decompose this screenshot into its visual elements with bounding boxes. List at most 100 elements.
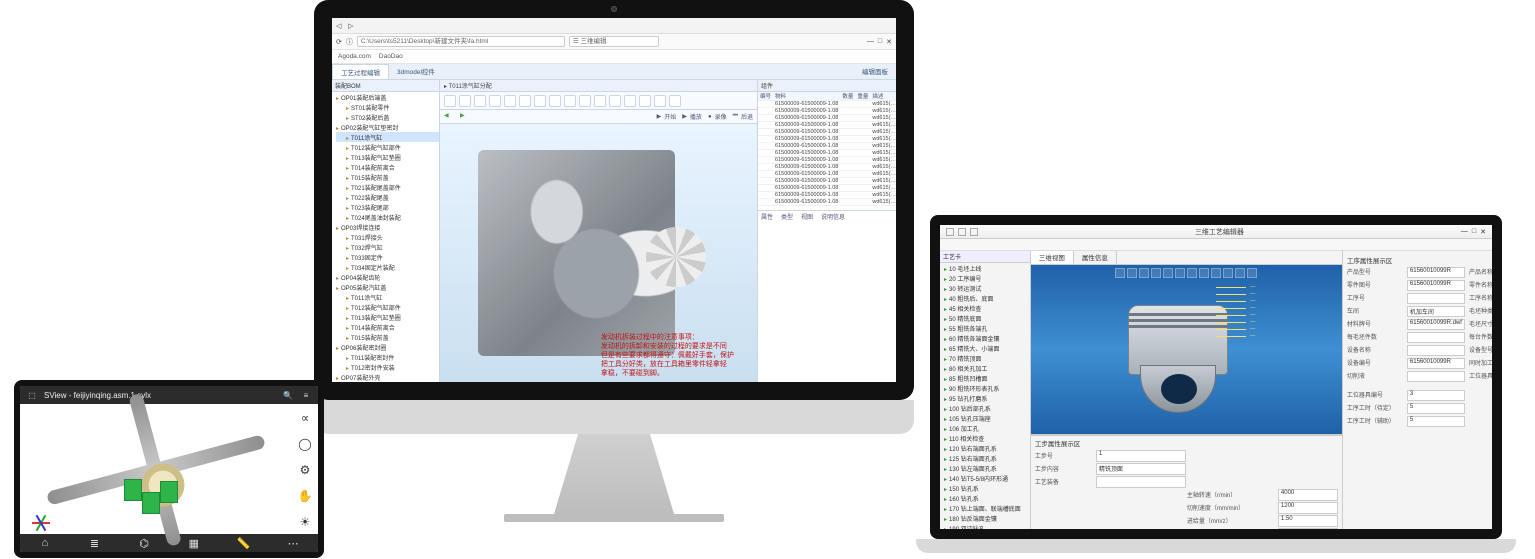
field-value[interactable] [1096,476,1186,488]
play-icon[interactable]: ▶ [657,113,662,120]
param-value[interactable]: 4000 [1278,489,1338,501]
tree-item[interactable]: T015装配前盖 [336,332,439,342]
tablet-viewport[interactable]: ∝◯⚙✋☀ [20,404,318,534]
tool-icon[interactable] [489,95,501,107]
tree-item[interactable]: 106 加工孔 [944,423,1030,433]
tab-3dview[interactable]: 三维视图 [1031,251,1074,264]
field-value[interactable] [1407,332,1465,343]
reload-icon[interactable]: ⟳ [336,38,342,46]
field-value[interactable]: 61560010099R.dwf [1407,319,1465,330]
table-row[interactable]: 61500009-61500009-1.08wd615(… [758,157,896,164]
tool-icon[interactable] [639,95,651,107]
play-icon[interactable]: ▶ [682,113,687,120]
tree-item[interactable]: T021装配尾盖部件 [336,182,439,192]
table-row[interactable]: 61500009-61500009-1.08wd615(… [758,108,896,115]
tree-item[interactable]: T032焊气缸 [336,242,439,252]
more-icon[interactable]: ⋯ [286,536,300,550]
tree-item[interactable]: T015装配前盖 [336,172,439,182]
win-icon[interactable] [946,228,954,236]
footer-tab[interactable]: 说明信息 [821,215,845,221]
propeller-model[interactable] [44,417,268,524]
tree-item[interactable]: 80 相关孔加工 [944,363,1030,373]
tree-item[interactable]: 90 粗铣环形表孔系 [944,383,1030,393]
field-value[interactable]: 61560010099R [1407,267,1465,278]
sun-icon[interactable]: ☀ [297,514,313,530]
tool-icon[interactable] [444,95,456,107]
tree-item[interactable]: T011装配密封件 [336,352,439,362]
tree-item[interactable]: T013装配气缸垫圈 [336,152,439,162]
bom-col[interactable]: 描述 [870,92,896,101]
tree-item[interactable]: 30 转运测试 [944,283,1030,293]
bom-col[interactable]: 重量 [855,92,870,101]
forward-icon[interactable]: ▷ [348,22,356,30]
tree-item[interactable]: T023装配尾部 [336,202,439,212]
tree-item[interactable]: 190 双边钻孔 [944,523,1030,529]
tree-item[interactable]: 105 钻孔压端座 [944,413,1030,423]
window-close-icon[interactable]: ✕ [886,38,892,46]
tree-item[interactable]: T011涂气缸 [336,292,439,302]
tree-item[interactable]: 95 钻孔打磨系 [944,393,1030,403]
settings-icon[interactable]: ⚙ [297,462,313,478]
tree-item[interactable]: OP01装配后端盖 [336,92,439,102]
view-tool-icon[interactable] [1115,268,1125,278]
window-max-icon[interactable]: □ [878,38,882,45]
table-row[interactable]: 61500009-61500009-1.08wd615(… [758,192,896,199]
window-min-icon[interactable]: — [1461,228,1468,235]
tool-icon[interactable] [624,95,636,107]
param-value[interactable]: 1.50 [1278,515,1338,527]
search-icon[interactable]: 🔍 [282,389,294,401]
tool-icon[interactable] [972,239,984,249]
table-row[interactable]: 61500009-61500009-1.08wd615(… [758,199,896,206]
url-field[interactable]: C:\Users\ts5211\Desktop\新建文件夹\fa.html [357,36,565,47]
ribbon-tab-process[interactable]: 工艺过程编辑 [332,64,389,79]
bom-col[interactable]: 编号 [758,92,773,101]
footer-tab[interactable]: 视图 [801,215,813,221]
tree-item[interactable]: 130 钻左端面孔系 [944,463,1030,473]
window-close-icon[interactable]: ✕ [1480,228,1486,236]
view-tool-icon[interactable] [1151,268,1161,278]
tree-item[interactable]: OP07装配外壳 [336,372,439,382]
tool-icon[interactable] [944,239,956,249]
tree-icon[interactable]: ⌬ [137,536,151,550]
tree-item[interactable]: 160 钻孔系 [944,493,1030,503]
tree-item[interactable]: T012密封件安装 [336,362,439,372]
tree-item[interactable]: T014装配前离合 [336,162,439,172]
table-row[interactable]: 61500009-61500009-1.08wd615(… [758,164,896,171]
tool-icon[interactable] [519,95,531,107]
tree-item[interactable]: 40 粗铣后、底面 [944,293,1030,303]
prev-icon[interactable]: ◀ [444,112,454,122]
tree-item[interactable]: T034固定片装配 [336,262,439,272]
ribbon-tab-3dmodel[interactable]: 3dmodel控件 [389,64,443,79]
tree-item[interactable]: 65 精铣大、小端面 [944,343,1030,353]
footer-tab[interactable]: 类型 [781,215,793,221]
field-value[interactable] [1407,345,1465,356]
win-icon[interactable] [958,228,966,236]
view-tool-icon[interactable] [1175,268,1185,278]
3d-viewport[interactable]: 发动机拆装过程中的注意事项：发动机的拆卸和安装的过程的要求是不同但是有些要求都得… [440,124,757,382]
tool-icon[interactable] [609,95,621,107]
record-icon[interactable]: ● [708,114,712,120]
tree-item[interactable]: OP03焊接连接 [336,222,439,232]
field-value[interactable] [1407,293,1465,304]
tree-item[interactable]: OP06装配密封圈 [336,342,439,352]
window-min-icon[interactable]: — [867,38,874,45]
field-value[interactable]: 61560010099R [1407,280,1465,291]
bookmark-link[interactable]: Agoda.com [338,53,371,60]
measure-icon[interactable]: 📏 [236,536,250,550]
rewind-icon[interactable]: ⏮ [733,113,738,120]
tool-icon[interactable] [459,95,471,107]
bookmark-link[interactable]: DaoDao [379,53,403,60]
field-value[interactable]: 5 [1407,416,1465,427]
tree-tab[interactable]: 工艺卡 [940,251,1030,263]
share-icon[interactable]: ∝ [297,410,313,426]
win-icon[interactable] [970,228,978,236]
param-value[interactable]: 1.50 [1278,528,1338,529]
field-value[interactable]: 5 [1407,403,1465,414]
tree-item[interactable]: ST02装配后盖 [336,112,439,122]
table-row[interactable]: 61500009-61500009-1.08wd615(… [758,122,896,129]
view-tool-icon[interactable] [1211,268,1221,278]
tool-icon[interactable] [958,239,970,249]
field-value[interactable]: 精铣顶面 [1096,463,1186,475]
field-value[interactable]: 机加车间 [1407,306,1465,317]
field-value[interactable]: 3 [1407,390,1465,401]
